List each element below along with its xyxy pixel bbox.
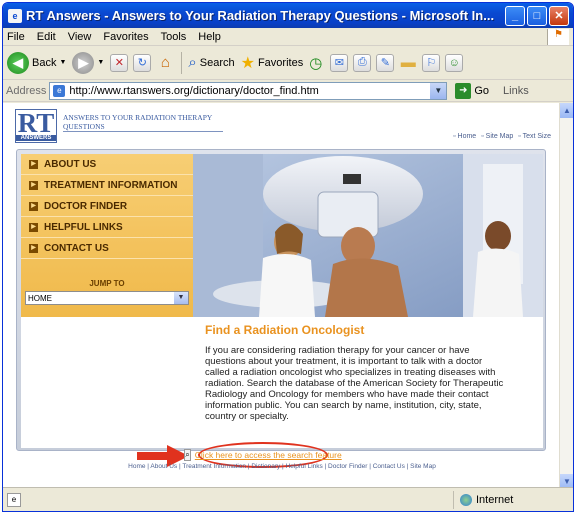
forward-dropdown-icon: ▼ xyxy=(97,59,105,66)
logo-text: RT xyxy=(17,108,55,138)
refresh-icon[interactable]: ↻ xyxy=(133,53,152,72)
favorites-label: Favorites xyxy=(257,56,304,69)
page-content: RT ANSWERS Answers to your radiation the… xyxy=(3,103,561,489)
site-tagline: Answers to your radiation therapy questi… xyxy=(63,113,223,132)
left-panel xyxy=(21,317,193,448)
minimize-button[interactable]: _ xyxy=(505,5,525,26)
security-zone: Internet xyxy=(453,490,573,509)
nav-label: CONTACT US xyxy=(44,242,109,254)
content-frame: ▶ ABOUT US ▶ TREATMENT INFORMATION ▶ DOC… xyxy=(16,149,546,451)
search-button[interactable]: ⌕ Search xyxy=(188,54,234,71)
nav-treatment-information[interactable]: ▶ TREATMENT INFORMATION xyxy=(21,175,193,196)
stop-icon[interactable]: ✕ xyxy=(110,53,129,72)
menu-file[interactable]: File xyxy=(7,31,25,43)
toolbar-separator xyxy=(181,51,183,74)
intro-paragraph: If you are considering radiation therapy… xyxy=(205,345,504,422)
util-textsize-link[interactable]: ▫ Text Size xyxy=(518,133,551,140)
address-bar: Address e http://www.rtanswers.org/dicti… xyxy=(3,80,573,102)
utility-links: ▫ Home ▫ Site Map ▫ Text Size xyxy=(453,133,551,140)
scroll-up-icon[interactable]: ▲ xyxy=(560,103,573,118)
nav-arrow-icon: ▶ xyxy=(29,180,38,190)
favorites-button[interactable]: ★ Favorites xyxy=(241,53,304,73)
nav-label: ABOUT US xyxy=(44,158,97,170)
favorites-star-icon: ★ xyxy=(240,54,255,72)
nav-helpful-links[interactable]: ▶ HELPFUL LINKS xyxy=(21,217,193,238)
search-feature-link[interactable]: Click here to access the search feature xyxy=(195,450,342,460)
jump-to-value: HOME xyxy=(28,293,52,303)
menu-tools[interactable]: Tools xyxy=(161,31,187,43)
standard-toolbar: ◀ Back ▼ ▶ ▼ ✕ ↻ ⌂ ⌕ Search ★ Favorites … xyxy=(3,46,573,80)
go-label: Go xyxy=(474,84,490,97)
nav-contact-us[interactable]: ▶ CONTACT US xyxy=(21,238,193,259)
research-icon[interactable]: ⚐ xyxy=(422,53,441,72)
back-arrow-icon: ◀ xyxy=(7,51,29,74)
forward-arrow-icon: ▶ xyxy=(72,51,95,74)
rt-answers-logo[interactable]: RT ANSWERS xyxy=(15,109,57,143)
folder-icon[interactable]: ▬ xyxy=(399,54,417,72)
maximize-button[interactable]: □ xyxy=(527,5,547,26)
title-bar: e RT Answers - Answers to Your Radiation… xyxy=(3,3,573,28)
jump-to-select[interactable]: HOME ▼ xyxy=(25,291,189,305)
address-input[interactable]: e http://www.rtanswers.org/dictionary/do… xyxy=(49,81,448,100)
internet-globe-icon xyxy=(460,493,472,506)
zone-label: Internet xyxy=(476,493,514,506)
messenger-icon[interactable]: ☺ xyxy=(445,53,464,72)
browser-window: e RT Answers - Answers to Your Radiation… xyxy=(2,2,574,512)
nav-arrow-icon: ▶ xyxy=(29,201,38,211)
menu-favorites[interactable]: Favorites xyxy=(103,31,148,43)
magnifier-icon: ⌕ xyxy=(184,449,191,461)
links-button[interactable]: Links xyxy=(503,85,529,97)
go-button[interactable]: ➜ Go xyxy=(455,82,490,99)
history-icon[interactable]: ◷ xyxy=(309,54,322,72)
windows-logo-icon: ⚑ xyxy=(547,28,569,45)
go-arrow-icon: ➜ xyxy=(455,82,472,99)
nav-about-us[interactable]: ▶ ABOUT US xyxy=(21,154,193,175)
address-dropdown-icon[interactable]: ▼ xyxy=(430,82,447,99)
jump-to-label: JUMP TO xyxy=(89,279,125,288)
nav-arrow-icon: ▶ xyxy=(29,243,38,253)
menu-edit[interactable]: Edit xyxy=(37,31,56,43)
menu-bar: File Edit View Favorites Tools Help ⚑ xyxy=(3,28,573,46)
search-icon: ⌕ xyxy=(188,54,197,71)
back-dropdown-icon: ▼ xyxy=(59,59,67,66)
site-nav: ▶ ABOUT US ▶ TREATMENT INFORMATION ▶ DOC… xyxy=(21,154,193,317)
back-button[interactable]: ◀ Back ▼ xyxy=(7,51,67,74)
status-bar: e Internet xyxy=(3,487,573,511)
ie-page-icon: e xyxy=(8,8,22,23)
edit-icon[interactable]: ✎ xyxy=(376,53,395,72)
address-label: Address xyxy=(6,84,47,97)
util-home-link[interactable]: ▫ Home xyxy=(453,133,476,140)
hero-photo xyxy=(193,154,543,317)
main-article: Find a Radiation Oncologist If you are c… xyxy=(193,317,543,448)
menu-help[interactable]: Help xyxy=(198,31,221,43)
print-icon[interactable]: ⎙ xyxy=(353,53,372,72)
nav-label: DOCTOR FINDER xyxy=(44,200,128,212)
select-dropdown-icon[interactable]: ▼ xyxy=(174,292,188,304)
page-status-icon: e xyxy=(7,492,21,507)
nav-doctor-finder[interactable]: ▶ DOCTOR FINDER xyxy=(21,196,193,217)
radiation-treatment-photo xyxy=(193,154,543,317)
address-url[interactable]: http://www.rtanswers.org/dictionary/doct… xyxy=(69,85,430,97)
menu-view[interactable]: View xyxy=(68,31,92,43)
site-header: RT ANSWERS Answers to your radiation the… xyxy=(3,103,561,147)
window-title: RT Answers - Answers to Your Radiation T… xyxy=(26,8,495,23)
home-icon[interactable]: ⌂ xyxy=(156,54,174,72)
nav-label: TREATMENT INFORMATION xyxy=(44,179,178,191)
nav-label: HELPFUL LINKS xyxy=(44,221,123,233)
util-sitemap-link[interactable]: ▫ Site Map xyxy=(481,133,513,140)
search-label: Search xyxy=(199,56,235,69)
close-button[interactable]: ✕ xyxy=(549,5,569,26)
forward-button[interactable]: ▶ ▼ xyxy=(72,51,105,74)
page-icon: e xyxy=(53,84,66,97)
nav-arrow-icon: ▶ xyxy=(29,222,38,232)
vertical-scrollbar[interactable]: ▲ ▼ xyxy=(559,103,573,489)
nav-arrow-icon: ▶ xyxy=(29,159,38,169)
logo-subtext: ANSWERS xyxy=(16,135,56,141)
mail-icon[interactable]: ✉ xyxy=(330,53,349,72)
page-heading: Find a Radiation Oncologist xyxy=(205,323,365,337)
back-label: Back xyxy=(32,56,57,69)
footer-links[interactable]: Home | About Us | Treatment Information … xyxy=(3,463,561,470)
